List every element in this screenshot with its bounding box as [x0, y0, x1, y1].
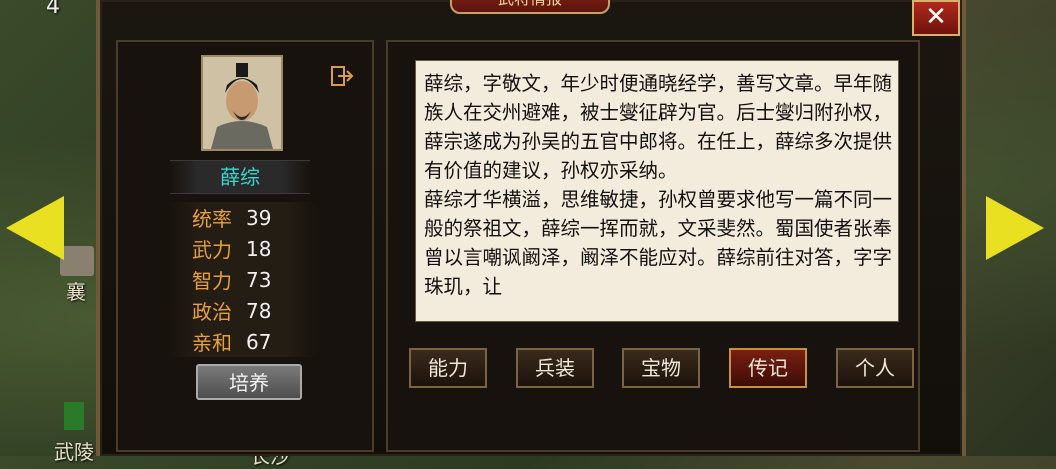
stat-label: 武力 [192, 238, 232, 262]
stat-row-politics: 政治 78 [168, 295, 318, 326]
next-general-arrow-icon[interactable] [986, 196, 1044, 260]
city-icon[interactable] [60, 246, 94, 276]
general-portrait [201, 55, 283, 151]
stats-list: 统率 39 武力 18 智力 73 政治 78 亲和 67 [168, 202, 318, 357]
flag-icon[interactable] [64, 402, 84, 430]
map-counter: 4 [46, 0, 60, 19]
stat-label: 亲和 [192, 331, 232, 355]
tab-personal[interactable]: 个人 [836, 348, 914, 388]
stat-value: 67 [246, 329, 272, 354]
prev-general-arrow-icon[interactable] [6, 196, 64, 260]
bio-paragraph: 薛综才华横溢，思维敏捷，孙权曾要求他写一篇不同一般的祭祖文，薛综一挥而就，文采斐… [424, 188, 893, 298]
bio-paragraph: 薛综，字敬文，年少时便通晓经学，善写文章。早年随族人在交州避难，被士燮征辟为官。… [424, 72, 893, 182]
tab-treasure[interactable]: 宝物 [622, 348, 700, 388]
stat-value: 73 [246, 267, 272, 292]
stat-value: 18 [246, 236, 272, 261]
tab-ability[interactable]: 能力 [409, 348, 487, 388]
map-label-wuling: 武陵 [54, 440, 94, 464]
tab-biography[interactable]: 传记 [729, 348, 807, 388]
stat-value: 78 [246, 298, 272, 323]
stat-label: 智力 [192, 269, 232, 293]
stat-row-command: 统率 39 [168, 202, 318, 233]
stat-row-affinity: 亲和 67 [168, 326, 318, 357]
train-button[interactable]: 培养 [196, 364, 302, 400]
biography-text[interactable]: 薛综，字敬文，年少时便通晓经学，善写文章。早年随族人在交州避难，被士燮征辟为官。… [415, 60, 899, 322]
panel-title: 武将情报 [450, 0, 610, 14]
stat-row-intellect: 智力 73 [168, 264, 318, 295]
tab-equipment[interactable]: 兵装 [516, 348, 594, 388]
exit-icon[interactable] [330, 64, 354, 88]
stat-value: 39 [246, 205, 272, 230]
stat-label: 统率 [192, 207, 232, 231]
stat-row-force: 武力 18 [168, 233, 318, 264]
stat-label: 政治 [192, 300, 232, 324]
general-name: 薛综 [170, 160, 310, 194]
map-label-xiang: 襄 [66, 280, 86, 304]
close-button[interactable]: ✕ [912, 0, 960, 36]
